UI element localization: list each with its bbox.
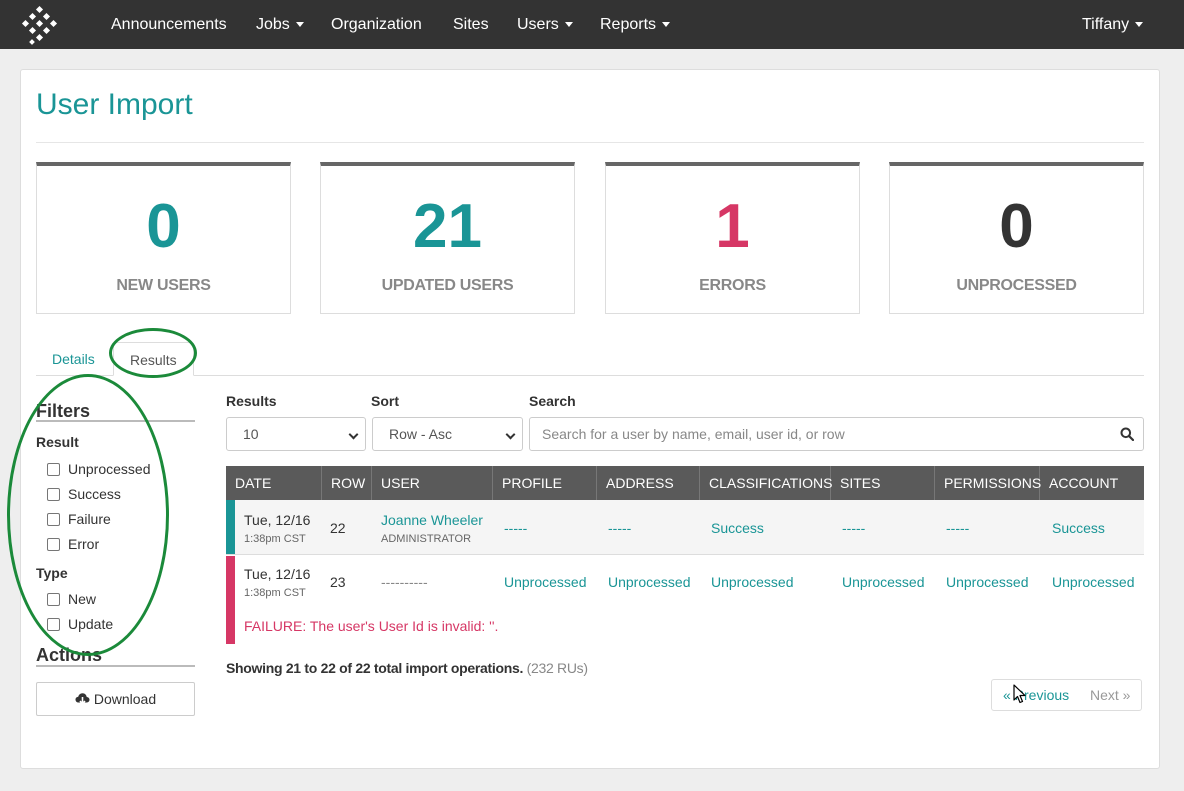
col-classifications[interactable]: CLASSIFICATIONS xyxy=(700,466,832,500)
chevron-down-icon xyxy=(348,429,359,440)
row-date: Tue, 12/16 xyxy=(244,512,311,528)
row-permissions: ----- xyxy=(946,520,970,536)
actions-divider xyxy=(36,665,195,667)
row-classifications: Unprocessed xyxy=(711,574,794,590)
nav-users-label: Users xyxy=(517,16,559,33)
nav-organization[interactable]: Organization xyxy=(331,0,422,49)
sort-select[interactable]: Row - Asc xyxy=(372,417,523,451)
search-input[interactable]: Search for a user by name, email, user i… xyxy=(529,417,1144,451)
search-placeholder: Search for a user by name, email, user i… xyxy=(542,426,845,442)
download-label: Download xyxy=(93,691,157,707)
results-summary: Showing 21 to 22 of 22 total import oper… xyxy=(226,660,588,676)
title-divider xyxy=(36,142,1144,143)
stat-new-users: 0 NEW USERS xyxy=(36,162,291,314)
stat-label: NEW USERS xyxy=(116,277,211,294)
stat-label: UNPROCESSED xyxy=(956,277,1077,294)
row-address: Unprocessed xyxy=(608,574,691,590)
row-sites: ----- xyxy=(842,520,866,536)
col-sites[interactable]: SITES xyxy=(831,466,935,500)
row-permissions: Unprocessed xyxy=(946,574,1029,590)
row-user-link[interactable]: Joanne Wheeler xyxy=(381,512,483,528)
row-error-message: FAILURE: The user's User Id is invalid: … xyxy=(244,618,499,634)
col-user[interactable]: USER xyxy=(372,466,493,500)
user-menu[interactable]: Tiffany xyxy=(1082,0,1144,49)
user-menu-label: Tiffany xyxy=(1082,16,1130,33)
stat-value: 0 xyxy=(146,192,181,261)
row-account: Success xyxy=(1052,520,1105,536)
row-number: 23 xyxy=(330,574,346,590)
caret-down-icon xyxy=(662,22,671,28)
tab-details[interactable]: Details xyxy=(36,342,111,376)
annotation-circle-results-tab xyxy=(109,328,197,378)
col-profile[interactable]: PROFILE xyxy=(493,466,597,500)
search-icon[interactable] xyxy=(1120,427,1134,441)
stat-value: 21 xyxy=(413,192,482,261)
row-status-bar xyxy=(226,556,235,644)
chevron-down-icon xyxy=(505,429,516,440)
col-permissions[interactable]: PERMISSIONS xyxy=(935,466,1041,500)
search-label: Search xyxy=(529,393,576,409)
row-number: 22 xyxy=(330,520,346,536)
row-account: Unprocessed xyxy=(1052,574,1135,590)
col-row[interactable]: ROW xyxy=(322,466,372,500)
row-user-role: ADMINISTRATOR xyxy=(381,533,472,545)
select-value: Row - Asc xyxy=(389,426,453,442)
main-card: User Import 0 NEW USERS 21 UPDATED USERS… xyxy=(7,69,1160,769)
nav-sites[interactable]: Sites xyxy=(453,0,489,49)
stat-updated-users: 21 UPDATED USERS xyxy=(320,162,575,314)
row-time: 1:38pm CST xyxy=(244,587,306,599)
stat-value: 0 xyxy=(999,192,1034,261)
stat-label: ERRORS xyxy=(699,277,766,294)
col-date[interactable]: DATE xyxy=(226,466,322,500)
stat-errors: 1 ERRORS xyxy=(605,162,860,314)
page-title: User Import xyxy=(36,88,193,121)
nav-announcements[interactable]: Announcements xyxy=(111,0,227,49)
tabs-divider xyxy=(36,375,1144,376)
mouse-pointer-icon xyxy=(1013,684,1026,704)
app-logo-icon[interactable] xyxy=(18,4,62,48)
top-navbar: Announcements Jobs Organization Sites Us… xyxy=(0,0,1184,49)
summary-text: Showing 21 to 22 of 22 total import oper… xyxy=(226,660,524,676)
col-account[interactable]: ACCOUNT xyxy=(1040,466,1144,500)
results-per-page-select[interactable]: 10 xyxy=(226,417,366,451)
stat-unprocessed: 0 UNPROCESSED xyxy=(889,162,1144,314)
next-page-button[interactable]: Next » xyxy=(1079,679,1143,711)
cloud-download-icon xyxy=(75,693,90,706)
row-classifications: Success xyxy=(711,520,764,536)
previous-page-button[interactable]: « Previous xyxy=(991,679,1082,711)
row-status-bar xyxy=(226,500,235,554)
nav-jobs-label: Jobs xyxy=(256,16,290,33)
results-label: Results xyxy=(226,393,277,409)
summary-ru: (232 RUs) xyxy=(526,660,588,676)
stat-value: 1 xyxy=(715,192,750,261)
nav-jobs[interactable]: Jobs xyxy=(256,0,304,49)
nav-reports[interactable]: Reports xyxy=(600,0,671,49)
caret-down-icon xyxy=(295,22,304,28)
table-header: DATE ROW USER PROFILE ADDRESS CLASSIFICA… xyxy=(226,466,1144,500)
row-user-empty: ---------- xyxy=(381,574,428,590)
caret-down-icon xyxy=(1135,22,1144,28)
row-address: ----- xyxy=(608,520,632,536)
col-address[interactable]: ADDRESS xyxy=(597,466,700,500)
select-value: 10 xyxy=(243,426,259,442)
row-date: Tue, 12/16 xyxy=(244,566,311,582)
table-row[interactable]: Tue, 12/16 1:38pm CST 22 Joanne Wheeler … xyxy=(226,500,1144,555)
table-row[interactable]: Tue, 12/16 1:38pm CST 23 ---------- Unpr… xyxy=(226,556,1144,644)
row-profile: ----- xyxy=(504,520,528,536)
download-button[interactable]: Download xyxy=(36,682,195,716)
caret-down-icon xyxy=(564,22,573,28)
stat-label: UPDATED USERS xyxy=(381,277,514,294)
sort-label: Sort xyxy=(371,393,399,409)
row-sites: Unprocessed xyxy=(842,574,925,590)
row-profile: Unprocessed xyxy=(504,574,587,590)
nav-reports-label: Reports xyxy=(600,16,657,33)
nav-users[interactable]: Users xyxy=(517,0,573,49)
annotation-circle-filters xyxy=(7,374,169,656)
row-time: 1:38pm CST xyxy=(244,533,306,545)
